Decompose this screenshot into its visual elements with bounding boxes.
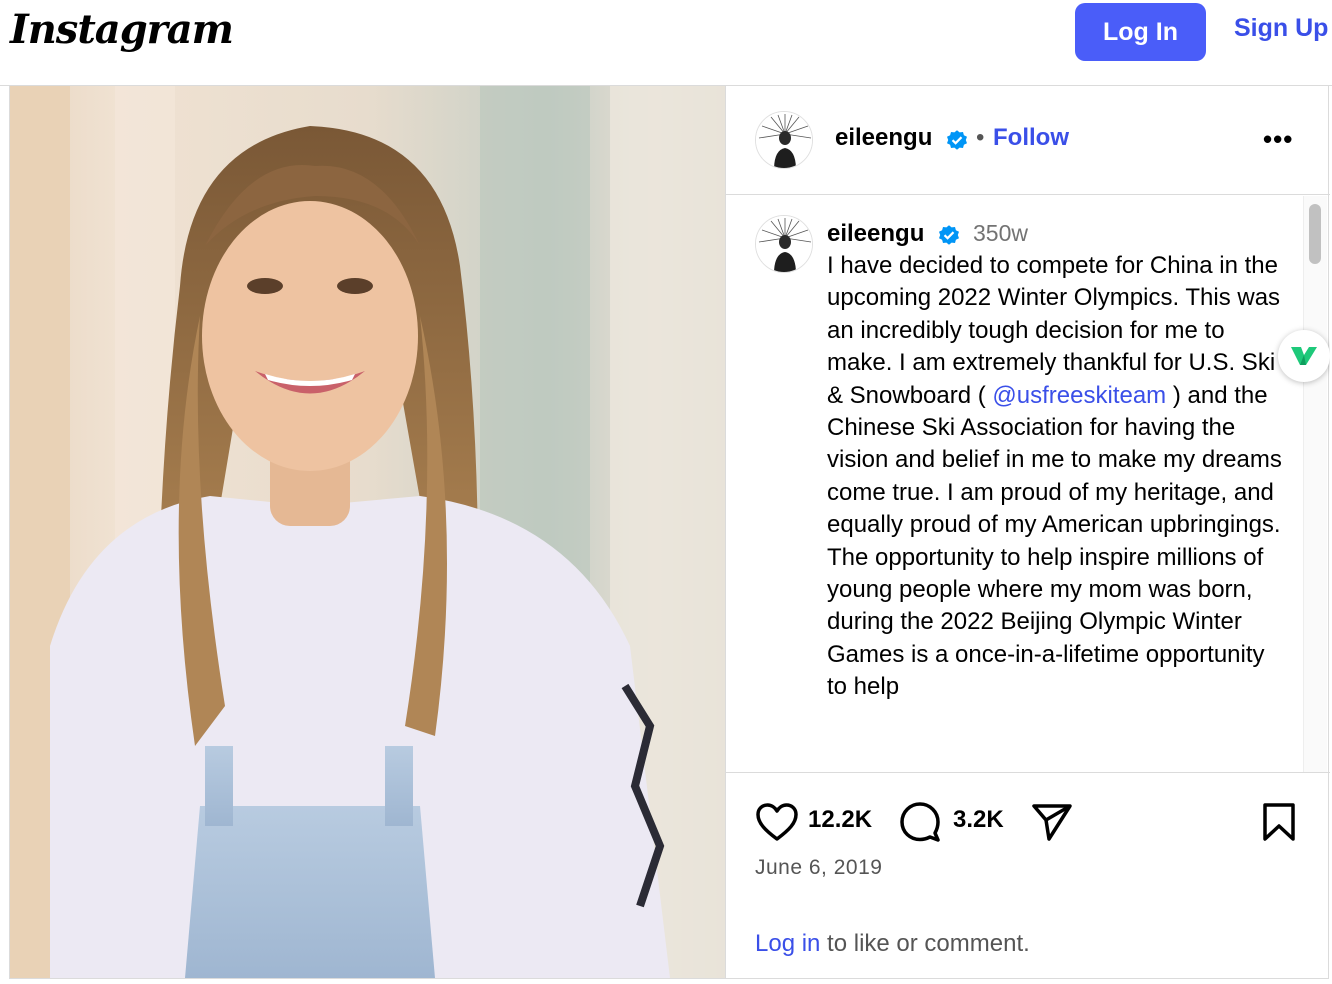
extension-button[interactable] — [1278, 330, 1330, 382]
verified-badge-icon — [947, 130, 967, 150]
post-photo-image — [10, 86, 725, 978]
post-container: eileengu • Follow ••• eileengu 350w I ha… — [9, 86, 1330, 979]
caption-timestamp: 350w — [973, 220, 1028, 246]
comment-count: 3.2K — [953, 806, 1004, 833]
login-prompt: Log in to like or comment. — [755, 930, 1030, 958]
post-photo[interactable] — [10, 86, 725, 978]
author-username[interactable]: eileengu — [835, 124, 932, 152]
avatar-image — [756, 112, 812, 168]
comments-area[interactable]: eileengu 350w I have decided to compete … — [726, 196, 1330, 773]
post-side-panel: eileengu • Follow ••• eileengu 350w I ha… — [725, 86, 1330, 978]
login-button[interactable]: Log In — [1075, 3, 1206, 61]
signup-link[interactable]: Sign Up — [1234, 14, 1328, 43]
comment-icon[interactable] — [899, 801, 941, 843]
share-icon[interactable] — [1031, 802, 1073, 842]
login-prompt-text: to like or comment. — [820, 930, 1030, 957]
caption-username[interactable]: eileengu — [827, 220, 924, 248]
caption-avatar[interactable] — [755, 215, 813, 273]
like-count: 12.2K — [808, 806, 873, 833]
follow-button[interactable]: Follow — [993, 124, 1069, 152]
heart-icon[interactable] — [755, 802, 799, 842]
caption-text-after: ) and the Chinese Ski Association for ha… — [827, 381, 1282, 701]
avatar-image — [756, 216, 812, 272]
post-header: eileengu • Follow ••• — [726, 86, 1330, 195]
scrollbar-thumb[interactable] — [1309, 204, 1321, 264]
caption-text: I have decided to compete for China in t… — [827, 250, 1287, 704]
extension-icon — [1291, 347, 1317, 365]
instagram-logo[interactable]: Instagram — [10, 6, 234, 53]
comments-scrollbar[interactable] — [1303, 196, 1327, 772]
post-date: June 6, 2019 — [755, 856, 883, 879]
more-options-icon[interactable]: ••• — [1263, 124, 1293, 155]
separator-dot: • — [976, 124, 985, 151]
top-bar: Instagram Log In Sign Up — [0, 0, 1332, 86]
mention-link[interactable]: @usfreeskiteam — [992, 382, 1166, 409]
login-prompt-link[interactable]: Log in — [755, 930, 820, 957]
bookmark-icon[interactable] — [1261, 802, 1297, 842]
post-actions: 12.2K 3.2K June 6, 2019 Log in to like o… — [726, 776, 1330, 976]
verified-badge-icon — [939, 225, 959, 245]
author-avatar[interactable] — [755, 111, 813, 169]
